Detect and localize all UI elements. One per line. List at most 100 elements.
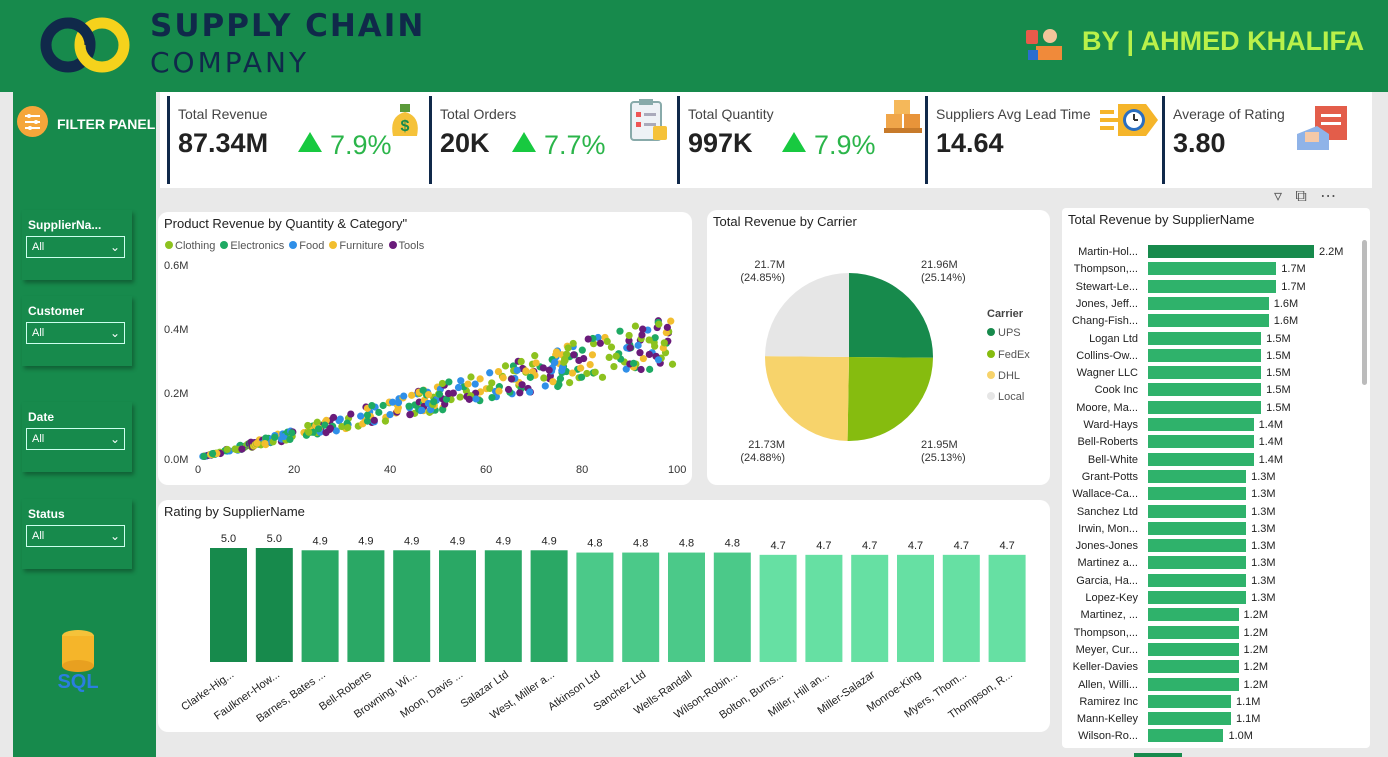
scatter-point — [368, 401, 376, 410]
supplier-name-label: Logan Ltd — [1089, 332, 1138, 345]
supplier-bar-row[interactable]: Thompson,... 1.7M — [1062, 261, 1362, 278]
scatter-point — [522, 367, 530, 375]
scatter-point — [405, 402, 413, 410]
supplier-bar-row[interactable]: Bell-Roberts 1.4M — [1062, 434, 1362, 451]
status-dropdown[interactable]: All ⌄ — [26, 525, 125, 547]
supplier-bar-row[interactable]: Thompson,... 1.2M — [1062, 625, 1362, 642]
scatter-point — [603, 337, 611, 345]
supplier-bar-row[interactable]: Ramirez Inc 1.1M — [1062, 694, 1362, 711]
kpi-value: 997K — [688, 128, 753, 158]
y-tick: 0.6M — [164, 260, 189, 272]
supplier-bar-row[interactable]: Chang-Fish... 1.6M — [1062, 313, 1362, 330]
sql-database-icon: SQL — [57, 630, 99, 692]
scatter-point — [575, 356, 583, 365]
supplier-bar-row[interactable]: Martin-Hol... 2.2M — [1062, 244, 1362, 261]
kpi-total-quantity: Total Quantity 997K 7.9% — [677, 96, 925, 184]
legend-label: Electronics — [230, 240, 285, 252]
supplier-bar-row[interactable]: Martinez, ... 1.2M — [1062, 607, 1362, 624]
more-options-icon[interactable]: ⋯ — [1320, 188, 1336, 205]
supplier-bar-row[interactable]: Garcia, Ha... 1.3M — [1062, 573, 1362, 590]
supplier-bar — [1148, 296, 1269, 310]
filter-date: Date All ⌄ — [22, 402, 132, 472]
scatter-point — [488, 394, 496, 402]
supplier-bar-row[interactable]: Wilson-Ro... 1.0M — [1062, 728, 1362, 745]
scatter-point — [418, 406, 426, 414]
supplier-bar — [1148, 660, 1239, 674]
supplier-bar-row[interactable]: Jones, Jeff... 1.6M — [1062, 296, 1362, 313]
supplier-bar-row[interactable]: Keller-Davies 1.2M — [1062, 659, 1362, 676]
legend-dot-tools — [388, 241, 397, 249]
supplier-bar — [1148, 435, 1254, 449]
supplier-name-label: Jones-Jones — [1075, 540, 1138, 553]
supplier-value-label: 1.2M — [1243, 643, 1268, 656]
supplier-bar-row[interactable]: Ward-Hays 1.4M — [1062, 417, 1362, 434]
supplier-value-label: 1.2M — [1243, 661, 1268, 674]
supplier-name-label: Bell-White — [1087, 453, 1138, 466]
supplier-bar-row[interactable]: Lopez-Key 1.3M — [1062, 590, 1362, 607]
scatter-point — [467, 373, 475, 381]
supplier-value-label: 1.4M — [1258, 419, 1284, 431]
clipboard-icon — [630, 99, 667, 141]
supplier-bar-row[interactable]: Logan Ltd 1.5M — [1062, 331, 1362, 348]
scatter-point — [435, 390, 444, 398]
scatter-point — [504, 385, 513, 394]
filter-label: Customer — [28, 304, 85, 318]
scatter-point — [591, 368, 599, 376]
date-dropdown[interactable]: All ⌄ — [26, 428, 125, 450]
rating-bar — [897, 554, 934, 662]
supplier-bar-row[interactable]: Meyer, Cur... 1.2M — [1062, 642, 1362, 659]
supplier-bar-row[interactable]: Wallace-Ca... 1.3M — [1062, 486, 1362, 503]
supplier-bar-row[interactable]: Collins-Ow... 1.5M — [1062, 348, 1362, 365]
rating-value-label: 4.9 — [312, 535, 327, 547]
supplier-bar-row[interactable]: Jones-Jones 1.3M — [1062, 538, 1362, 555]
scatter-point — [472, 395, 480, 403]
scatter-point — [344, 423, 352, 432]
rating-bar — [530, 550, 568, 662]
filter-icon[interactable]: ▿ — [1274, 188, 1282, 205]
suppliername-dropdown[interactable]: All ⌄ — [26, 236, 125, 258]
scatter-point — [464, 380, 472, 388]
rating-bar — [210, 548, 247, 662]
pie-legend-dhl: DHL — [987, 370, 1020, 382]
supplier-name-label: Martinez, ... — [1080, 609, 1138, 622]
supplier-bar-row[interactable]: Bell-White 1.4M — [1062, 452, 1362, 469]
scatter-point — [598, 373, 607, 381]
scatter-point — [261, 439, 269, 448]
supplier-bar-row[interactable]: Cook Inc 1.5M — [1062, 382, 1362, 399]
kpi-delta: 7.9% — [782, 130, 876, 161]
supplier-name-label: Sanchez Ltd — [1076, 505, 1138, 518]
scatter-point — [238, 445, 246, 453]
supplier-value-label: 1.3M — [1251, 470, 1276, 483]
kpi-title: Total Quantity — [688, 106, 774, 122]
supplier-bar-row[interactable]: Stewart-Le... 1.7M — [1062, 279, 1362, 296]
supplier-bar — [1148, 642, 1239, 656]
filter-sliders-icon[interactable] — [17, 106, 48, 137]
scatter-point — [540, 374, 548, 382]
supplier-bar-row[interactable]: Mann-Kelley 1.1M — [1062, 711, 1362, 728]
supplier-bar-row[interactable]: Grant-Potts 1.3M — [1062, 469, 1362, 486]
kpi-total-revenue: Total Revenue 87.34M 7.9% $ — [167, 96, 427, 184]
scatter-point — [513, 366, 521, 374]
page-tab-indicator[interactable] — [1134, 753, 1182, 757]
scrollbar[interactable] — [1362, 240, 1367, 385]
supplier-bar-row[interactable]: Martinez a... 1.3M — [1062, 555, 1362, 572]
supplier-bar — [1148, 694, 1231, 708]
author-credit: BY | AHMED KHALIFA — [1082, 26, 1365, 56]
supplier-bar-row[interactable]: Allen, Willi... 1.2M — [1062, 677, 1362, 694]
x-tick: 100 — [668, 464, 687, 476]
supplier-bar-row[interactable]: Irwin, Mon... 1.3M — [1062, 521, 1362, 538]
rating-bar-chart: 5.0Clarke-Hig...5.0Faulkner-How...4.9Bar… — [179, 533, 1026, 725]
rating-value-label: 4.7 — [862, 540, 877, 552]
customer-dropdown[interactable]: All ⌄ — [26, 322, 125, 344]
supplier-bar-row[interactable]: Sanchez Ltd 1.3M — [1062, 504, 1362, 521]
company-logo-icon — [40, 17, 130, 73]
scatter-point — [445, 378, 453, 386]
supplier-bar — [1148, 452, 1254, 466]
supplier-name-label: Jones, Jeff... — [1075, 297, 1138, 310]
supplier-bar-row[interactable]: Wagner LLC 1.5M — [1062, 365, 1362, 382]
supplier-name-label: Collins-Ow... — [1076, 349, 1138, 362]
focus-mode-icon[interactable]: ⧉ — [1295, 188, 1306, 205]
supplier-bar-row[interactable]: Moore, Ma... 1.5M — [1062, 400, 1362, 417]
supplier-value-label: 1.3M — [1251, 540, 1276, 553]
scatter-point — [654, 356, 663, 364]
